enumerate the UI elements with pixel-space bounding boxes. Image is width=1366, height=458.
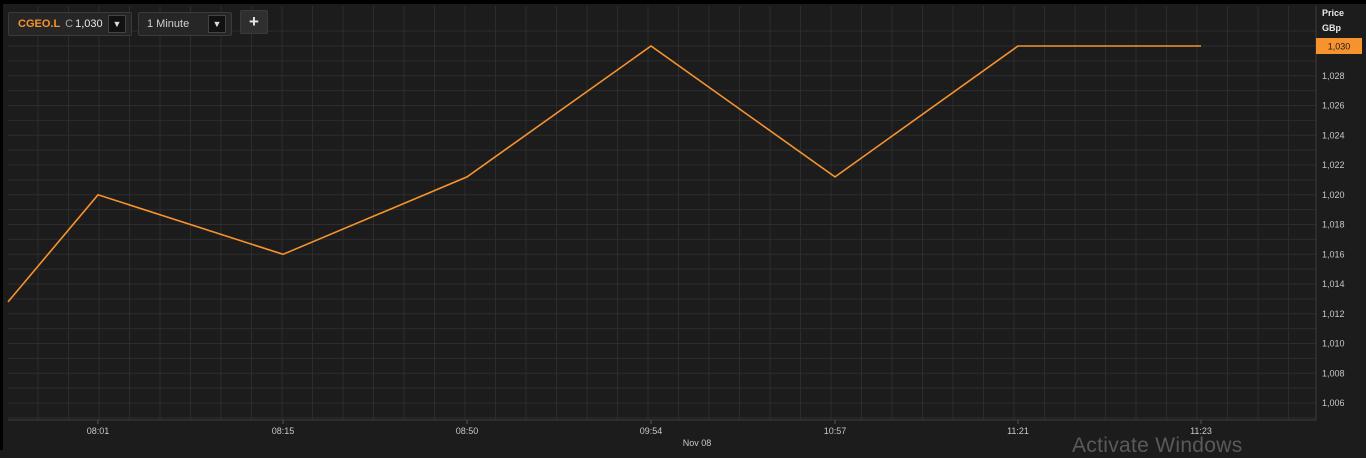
- y-tick-label: 1,014: [1322, 279, 1345, 289]
- y-tick-label: 1,018: [1322, 220, 1345, 230]
- x-tick-label: 08:50: [456, 426, 479, 436]
- y-axis: 1,006 1,008 1,010 1,012 1,014 1,016 1,018 1,020…: [1315, 6, 1345, 420]
- chevron-down-icon[interactable]: ▼: [208, 15, 226, 33]
- x-tick-label: 08:01: [87, 426, 110, 436]
- x-tick-label: 11:21: [1007, 426, 1029, 436]
- y-tick-label: 1,016: [1322, 249, 1345, 259]
- y-tick-label: 1,024: [1322, 130, 1345, 140]
- plus-icon: +: [249, 12, 259, 31]
- y-tick-label: 1,012: [1322, 309, 1345, 319]
- chevron-down-icon[interactable]: ▼: [108, 15, 126, 33]
- y-tick-label: 1,028: [1322, 71, 1345, 81]
- y-tick-label: 1,008: [1322, 368, 1345, 378]
- y-tick-label: 1,022: [1322, 160, 1345, 170]
- activation-watermark: Activate Windows: [1072, 434, 1243, 457]
- interval-label: 1 Minute: [147, 18, 190, 30]
- instrument-symbol: CGEO.L: [18, 18, 61, 30]
- unit-axis-label: GBp: [1322, 23, 1341, 33]
- x-tick-label: 08:15: [272, 426, 295, 436]
- instrument-selector[interactable]: CGEO.L C 1,030 ▼: [8, 12, 132, 36]
- add-series-button[interactable]: +: [240, 10, 268, 34]
- y-tick-label: 1,010: [1322, 339, 1345, 349]
- close-value: 1,030: [75, 18, 103, 30]
- price-chart[interactable]: 1,006 1,008 1,010 1,012 1,014 1,016 1,018 1,020…: [0, 0, 1366, 450]
- price-axis-label: Price: [1322, 8, 1345, 18]
- y-tick-label: 1,006: [1322, 398, 1345, 408]
- y-axis-header: Price GBp: [1322, 6, 1344, 36]
- y-tick-label: 1,026: [1322, 101, 1345, 111]
- date-label: Nov 08: [683, 438, 712, 448]
- last-price-label: 1,030: [1328, 42, 1351, 52]
- x-tick-label: 10:57: [824, 426, 847, 436]
- x-tick-label: 09:54: [640, 426, 663, 436]
- last-price-tag: 1,030: [1316, 38, 1362, 54]
- close-label: C: [65, 18, 74, 30]
- chart-toolbar: CGEO.L C 1,030 ▼ 1 Minute ▼ +: [8, 10, 268, 36]
- y-tick-label: 1,020: [1322, 190, 1345, 200]
- chart-grid: [8, 6, 1316, 420]
- interval-selector[interactable]: 1 Minute ▼: [138, 12, 232, 36]
